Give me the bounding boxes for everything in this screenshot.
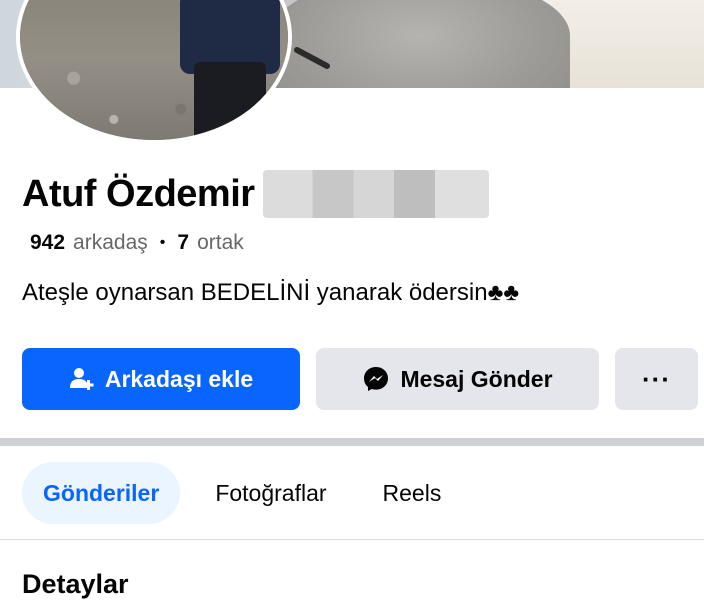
profile-name: Atuf Özdemir: [22, 172, 255, 215]
add-friend-label: Arkadaşı ekle: [104, 365, 254, 392]
tab-posts[interactable]: Gönderiler: [22, 462, 181, 524]
friends-count: 942: [30, 231, 66, 254]
redacted-surname: [262, 170, 489, 218]
cover-subject: [270, 0, 570, 88]
tabs-divider: [0, 539, 704, 540]
mutual-label: ortak: [197, 231, 244, 254]
add-friend-button[interactable]: Arkadaşı ekle: [22, 348, 300, 410]
profile-tabs: Gönderiler Fotoğraflar Reels: [22, 462, 476, 524]
profile-name-row: Atuf Özdemir: [22, 170, 489, 218]
send-message-label: Mesaj Gönder: [400, 365, 553, 392]
tab-photos[interactable]: Fotoğraflar: [194, 462, 347, 524]
profile-picture-legs: [194, 62, 266, 140]
tab-reels[interactable]: Reels: [362, 462, 463, 524]
more-options-icon: ···: [642, 363, 671, 394]
stats-separator: •: [159, 234, 166, 251]
friend-stats[interactable]: 942 arkadaş • 7 ortak: [30, 231, 244, 255]
details-heading: Detaylar: [22, 569, 129, 599]
messenger-icon: [362, 365, 390, 393]
profile-bio: Ateşle oynarsan BEDELİNİ yanarak ödersin…: [22, 279, 520, 306]
more-options-button[interactable]: ···: [615, 348, 698, 410]
friends-label: arkadaş: [73, 231, 148, 254]
section-divider: [0, 438, 704, 446]
send-message-button[interactable]: Mesaj Gönder: [316, 348, 599, 410]
profile-picture[interactable]: [16, 0, 292, 144]
add-friend-icon: [69, 366, 95, 392]
mutual-count: 7: [177, 231, 190, 254]
